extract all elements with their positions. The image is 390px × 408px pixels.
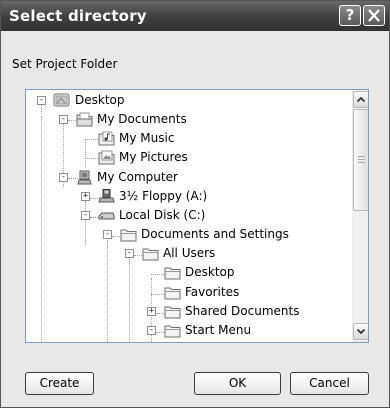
thumb-grip <box>358 156 365 157</box>
tree-node-label: Desktop <box>75 93 125 107</box>
thumb-grip <box>358 159 365 160</box>
folder-pictures-icon <box>98 150 115 165</box>
close-button[interactable] <box>363 5 385 26</box>
title-bar[interactable]: Select directory ? <box>1 1 389 31</box>
vertical-scrollbar[interactable] <box>352 90 368 342</box>
cancel-button[interactable]: Cancel <box>290 372 369 395</box>
computer-icon <box>77 170 92 185</box>
tree-node-label: Start Menu <box>185 323 252 337</box>
scroll-down-button[interactable] <box>353 323 368 340</box>
tree-node-my-music[interactable]: My Music <box>26 129 246 148</box>
collapse-toggle[interactable]: - <box>81 211 90 220</box>
tree-node-desktop[interactable]: - Desktop <box>26 91 226 110</box>
tree-node-local-disk-c[interactable]: - Local Disk (C:) <box>26 206 246 225</box>
scroll-up-button[interactable] <box>353 91 368 108</box>
dialog-prompt: Set Project Folder <box>12 57 118 71</box>
collapse-toggle[interactable]: - <box>147 326 156 335</box>
tree-node-label: All Users <box>163 246 216 260</box>
tree-node-start-menu[interactable]: - Start Menu <box>26 321 286 340</box>
folder-icon <box>142 248 159 261</box>
collapse-toggle[interactable]: - <box>103 230 112 239</box>
folder-icon <box>164 306 181 319</box>
chevron-down-icon <box>356 328 366 335</box>
tree-node-all-users[interactable]: - All Users <box>26 244 286 263</box>
ok-button[interactable]: OK <box>194 372 281 395</box>
tree-node-floppy-a[interactable]: + 3½ Floppy (A:) <box>26 187 246 206</box>
folder-icon <box>164 325 181 338</box>
tree-node-my-pictures[interactable]: My Pictures <box>26 148 246 167</box>
tree-node-favorites[interactable]: Favorites <box>26 283 286 302</box>
thumb-grip <box>358 162 365 163</box>
select-directory-dialog: Select directory ? Set Project Folder - … <box>0 0 390 408</box>
tree-node-label: My Computer <box>97 170 178 184</box>
collapse-toggle[interactable]: - <box>37 96 46 105</box>
scroll-thumb[interactable] <box>353 109 368 211</box>
tree-viewport: - Desktop - My Documents My Music My Pic… <box>26 90 352 342</box>
dialog-title: Select directory <box>9 7 147 25</box>
tree-node-shared-documents[interactable]: + Shared Documents <box>26 302 326 321</box>
collapse-toggle[interactable]: - <box>125 249 134 258</box>
tree-node-label: My Documents <box>97 112 187 126</box>
folder-icon <box>120 229 137 242</box>
collapse-toggle[interactable]: - <box>59 115 68 124</box>
tree-node-label: Shared Documents <box>185 304 300 318</box>
floppy-drive-icon <box>98 189 115 203</box>
tree-node-label: Local Disk (C:) <box>119 208 206 222</box>
tree-node-my-documents[interactable]: - My Documents <box>26 110 246 129</box>
tree-node-label: Favorites <box>185 285 240 299</box>
folder-icon <box>164 267 181 280</box>
tree-node-my-computer[interactable]: - My Computer <box>26 168 246 187</box>
tree-node-label: 3½ Floppy (A:) <box>119 189 208 203</box>
folder-music-icon <box>98 131 115 146</box>
tree-node-label: Documents and Settings <box>141 227 289 241</box>
desktop-icon <box>53 93 70 107</box>
tree-node-documents-and-settings[interactable]: - Documents and Settings <box>26 225 306 244</box>
tree-node-label: My Pictures <box>119 150 188 164</box>
hard-disk-icon <box>98 212 115 220</box>
tree-node-label: Desktop <box>185 265 235 279</box>
folder-tree[interactable]: - Desktop - My Documents My Music My Pic… <box>25 89 369 343</box>
collapse-toggle[interactable]: - <box>59 173 68 182</box>
chevron-up-icon <box>356 96 366 103</box>
close-icon <box>368 9 380 22</box>
folder-documents-icon <box>76 112 93 127</box>
folder-icon <box>164 287 181 300</box>
tree-node-label: My Music <box>119 131 175 145</box>
create-button[interactable]: Create <box>25 372 94 395</box>
tree-node-all-users-desktop[interactable]: Desktop <box>26 263 286 282</box>
help-button[interactable]: ? <box>339 5 361 26</box>
expand-toggle[interactable]: + <box>147 307 156 316</box>
expand-toggle[interactable]: + <box>81 192 90 201</box>
